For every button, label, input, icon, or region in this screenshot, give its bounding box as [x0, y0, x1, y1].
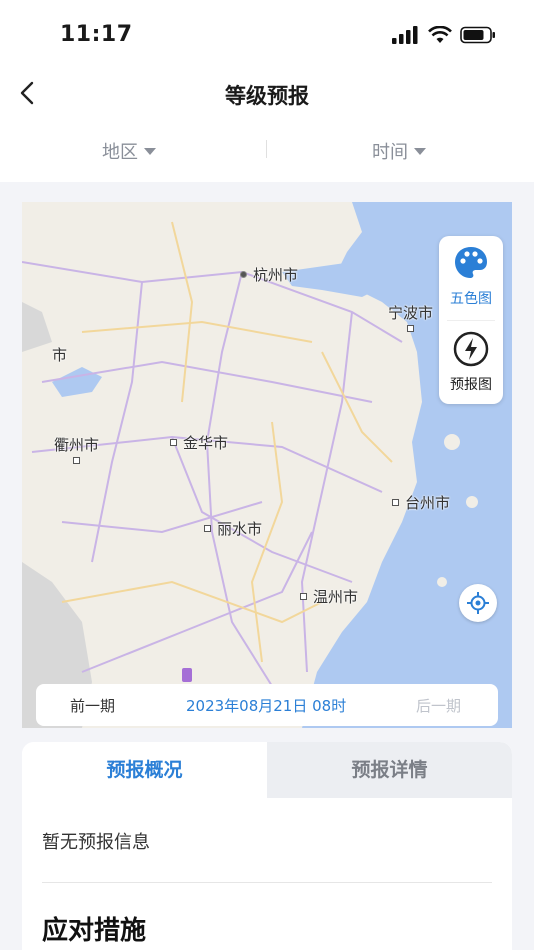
five-color-map-button[interactable]: 五色图	[439, 244, 503, 308]
map-layer-panel: 五色图 预报图	[439, 236, 503, 404]
city-marker-icon	[73, 457, 80, 464]
city-lishui[interactable]: 丽水市	[204, 518, 262, 539]
status-bar: 11:17	[0, 0, 534, 68]
city-taizhou[interactable]: 台州市	[392, 492, 450, 513]
city-marker-icon	[170, 439, 177, 446]
city-label: 衢州市	[54, 436, 100, 454]
city-marker-icon	[300, 593, 307, 600]
city-label: 市	[52, 346, 68, 364]
page-title: 等级预报	[225, 84, 309, 108]
city-label: 温州市	[313, 588, 359, 606]
filter-bar: 地区 时间	[0, 124, 534, 182]
signal-icon	[392, 26, 418, 44]
current-period-date: 2023年08月21日 08时	[186, 697, 347, 715]
lightning-icon	[453, 331, 489, 367]
city-partial-left: 市	[52, 344, 67, 365]
previous-period-button[interactable]: 前一期	[70, 695, 115, 716]
wifi-icon	[428, 26, 452, 43]
time-filter[interactable]: 时间	[372, 138, 426, 164]
locate-button[interactable]	[459, 584, 497, 622]
forecast-card: 预报概况 预报详情 暂无预报信息 应对措施	[22, 742, 512, 950]
city-marker-icon	[407, 325, 414, 332]
map-view[interactable]: 杭州市 宁波市 市 衢州市 金华市 台州市 丽水市 温州市 五色图 预报图 前一…	[22, 202, 512, 728]
forecast-map-button[interactable]: 预报图	[439, 330, 503, 394]
time-filter-label: 时间	[372, 142, 408, 163]
battery-icon	[460, 26, 495, 44]
card-divider	[42, 882, 492, 883]
five-color-label: 五色图	[450, 291, 492, 307]
city-hangzhou[interactable]: 杭州市	[240, 264, 298, 285]
city-marker-icon	[392, 499, 399, 506]
city-label: 台州市	[405, 494, 451, 512]
forecast-tabs: 预报概况 预报详情	[22, 742, 512, 798]
filter-divider	[266, 140, 267, 158]
city-label: 宁波市	[388, 304, 434, 322]
measures-heading: 应对措施	[42, 916, 147, 946]
region-filter[interactable]: 地区	[102, 138, 156, 164]
forecast-label: 预报图	[450, 377, 492, 393]
status-time: 11:17	[60, 22, 133, 47]
status-icons	[392, 26, 496, 44]
no-forecast-message: 暂无预报信息	[42, 832, 150, 853]
city-jinhua[interactable]: 金华市	[170, 432, 228, 453]
navigation-bar: 等级预报	[0, 68, 534, 124]
caret-down-icon	[144, 147, 156, 155]
city-marker-icon	[204, 525, 211, 532]
capital-marker-icon	[240, 271, 247, 278]
caret-down-icon	[414, 147, 426, 155]
locate-icon	[467, 592, 489, 614]
city-ningbo[interactable]: 宁波市	[388, 302, 433, 332]
next-period-button[interactable]: 后一期	[416, 695, 461, 716]
palette-icon	[455, 247, 487, 278]
city-label: 丽水市	[217, 520, 263, 538]
tab-overview[interactable]: 预报概况	[22, 742, 267, 798]
tab-details[interactable]: 预报详情	[267, 742, 512, 798]
region-filter-label: 地区	[102, 142, 138, 163]
city-label: 金华市	[183, 434, 229, 452]
city-wenzhou[interactable]: 温州市	[300, 586, 358, 607]
city-label: 杭州市	[253, 266, 299, 284]
city-quzhou[interactable]: 衢州市	[54, 434, 99, 464]
panel-divider	[447, 320, 495, 321]
period-selector: 前一期 2023年08月21日 08时 后一期	[36, 684, 498, 726]
